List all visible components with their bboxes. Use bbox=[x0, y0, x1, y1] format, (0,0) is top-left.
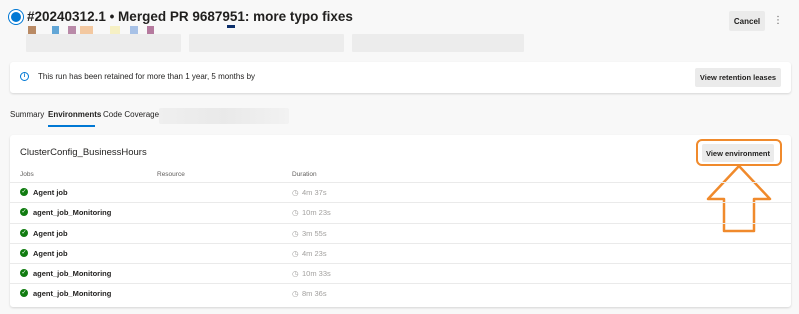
active-tab-indicator bbox=[48, 125, 95, 127]
job-row[interactable]: ✓ Agent job ◷ 4m 37s bbox=[10, 182, 791, 202]
job-name: Agent job bbox=[33, 248, 68, 258]
redacted-swatch bbox=[28, 26, 36, 34]
success-check-icon: ✓ bbox=[20, 208, 28, 217]
job-duration: 4m 23s bbox=[302, 248, 327, 258]
run-title: #20240312.1 • Merged PR 9687951: more ty… bbox=[27, 9, 353, 24]
pipeline-run-icon bbox=[9, 10, 23, 24]
job-row[interactable]: ✓ Agent job ◷ 4m 23s bbox=[10, 242, 791, 263]
view-environment-button[interactable]: View environment bbox=[702, 144, 774, 162]
column-header-duration: Duration bbox=[292, 171, 317, 178]
job-row[interactable]: ✓ agent_job_Monitoring ◷ 8m 36s bbox=[10, 283, 791, 303]
redacted-block bbox=[26, 34, 181, 52]
tab-summary[interactable]: Summary bbox=[10, 110, 44, 119]
job-name: agent_job_Monitoring bbox=[33, 289, 112, 299]
run-header: #20240312.1 • Merged PR 9687951: more ty… bbox=[9, 9, 789, 57]
redacted-swatch bbox=[227, 25, 235, 28]
more-actions-button[interactable]: ⋮ bbox=[773, 12, 783, 30]
job-duration: 3m 55s bbox=[302, 228, 327, 238]
view-retention-leases-button[interactable]: View retention leases bbox=[695, 68, 781, 87]
success-check-icon: ✓ bbox=[20, 228, 28, 237]
redacted-swatch bbox=[68, 26, 76, 34]
clock-icon: ◷ bbox=[292, 188, 299, 197]
redacted-swatch bbox=[147, 26, 154, 34]
job-row[interactable]: ✓ agent_job_Monitoring ◷ 10m 23s bbox=[10, 202, 791, 222]
redacted-swatch bbox=[80, 26, 93, 34]
clock-icon: ◷ bbox=[292, 248, 299, 258]
info-icon: i bbox=[20, 72, 29, 81]
job-row[interactable]: ✓ Agent job ◷ 3m 55s bbox=[10, 222, 791, 243]
job-duration: 10m 23s bbox=[302, 208, 331, 218]
clock-icon: ◷ bbox=[292, 228, 299, 238]
success-check-icon: ✓ bbox=[20, 269, 28, 278]
job-duration: 4m 37s bbox=[302, 188, 327, 197]
clock-icon: ◷ bbox=[292, 289, 299, 299]
retention-message: This run has been retained for more than… bbox=[38, 72, 256, 81]
clock-icon: ◷ bbox=[292, 208, 299, 218]
redacted-block bbox=[352, 34, 524, 52]
redacted-tab-area bbox=[159, 108, 289, 124]
environment-card: ClusterConfig_BusinessHours View environ… bbox=[10, 135, 791, 307]
clock-icon: ◷ bbox=[292, 269, 299, 279]
job-name: Agent job bbox=[33, 188, 68, 197]
pipeline-run-page: #20240312.1 • Merged PR 9687951: more ty… bbox=[0, 0, 799, 314]
job-duration: 10m 33s bbox=[302, 269, 331, 279]
jobs-list: ✓ Agent job ◷ 4m 37s ✓ agent_job_Monitor… bbox=[10, 182, 791, 304]
success-check-icon: ✓ bbox=[20, 289, 28, 298]
column-header-resource: Resource bbox=[157, 171, 185, 178]
tab-code-coverage[interactable]: Code Coverage bbox=[103, 110, 159, 119]
run-tabs: Summary Environments Code Coverage bbox=[10, 108, 310, 128]
success-check-icon: ✓ bbox=[20, 248, 28, 257]
redacted-block bbox=[189, 34, 344, 52]
job-duration: 8m 36s bbox=[302, 289, 327, 299]
redacted-swatch bbox=[130, 26, 138, 34]
column-header-jobs: Jobs bbox=[20, 171, 34, 178]
job-row[interactable]: ✓ agent_job_Monitoring ◷ 10m 33s bbox=[10, 263, 791, 283]
redacted-swatch bbox=[110, 26, 120, 34]
job-name: agent_job_Monitoring bbox=[33, 208, 112, 218]
environment-name: ClusterConfig_BusinessHours bbox=[20, 147, 147, 158]
retention-banner: i This run has been retained for more th… bbox=[10, 62, 791, 93]
success-check-icon: ✓ bbox=[20, 188, 28, 196]
redacted-swatch bbox=[52, 26, 59, 34]
tab-environments[interactable]: Environments bbox=[48, 110, 101, 119]
job-name: Agent job bbox=[33, 228, 68, 238]
cancel-button[interactable]: Cancel bbox=[729, 11, 765, 31]
job-name: agent_job_Monitoring bbox=[33, 269, 112, 279]
